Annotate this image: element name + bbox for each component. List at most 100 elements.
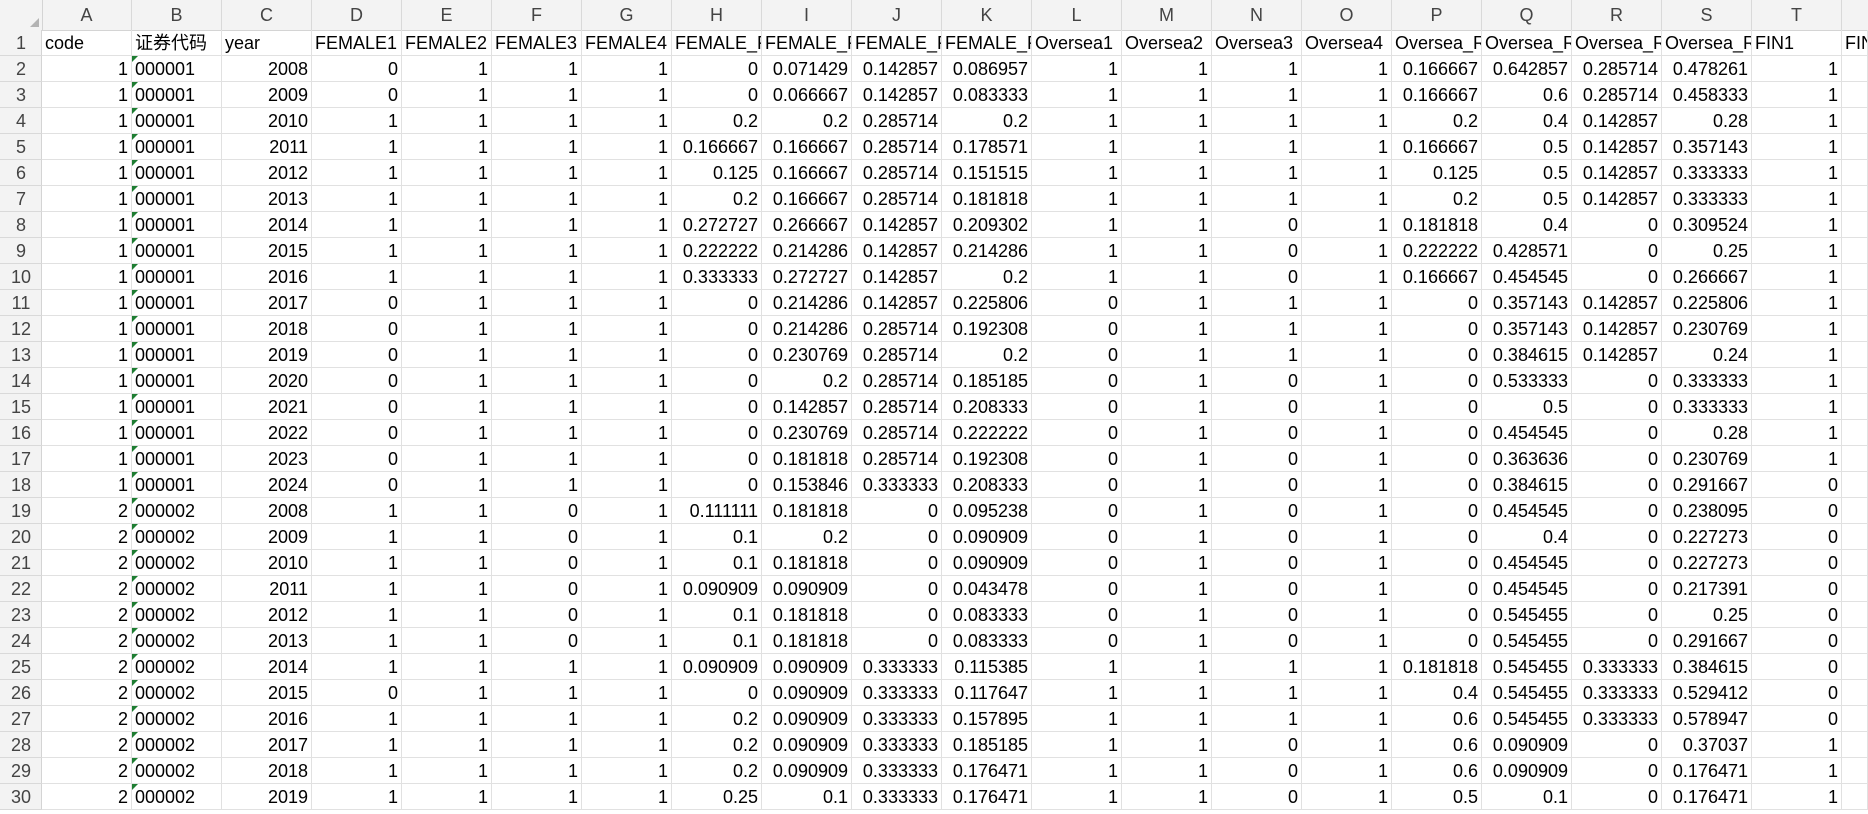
- table-cell[interactable]: 1: [1032, 134, 1122, 160]
- row-header[interactable]: 10: [0, 264, 42, 290]
- table-cell[interactable]: 0.2: [942, 264, 1032, 290]
- table-cell[interactable]: 0.2: [1392, 108, 1482, 134]
- table-cell[interactable]: 1: [402, 394, 492, 420]
- table-cell[interactable]: 0.230769: [1662, 316, 1752, 342]
- table-cell[interactable]: 1: [42, 264, 132, 290]
- table-cell[interactable]: 1: [1752, 82, 1842, 108]
- table-cell[interactable]: 1: [1032, 82, 1122, 108]
- table-cell[interactable]: 0: [1032, 420, 1122, 446]
- column-title-cell[interactable]: FEMALE3: [492, 30, 582, 56]
- table-cell[interactable]: 0.333333: [852, 706, 942, 732]
- table-cell[interactable]: 0.2: [672, 706, 762, 732]
- table-cell[interactable]: 1: [1122, 108, 1212, 134]
- table-cell[interactable]: 0.208333: [942, 394, 1032, 420]
- table-cell[interactable]: 000001: [132, 446, 222, 472]
- table-cell[interactable]: 1: [1122, 654, 1212, 680]
- table-cell[interactable]: 1: [312, 628, 402, 654]
- table-cell[interactable]: 0.533333: [1482, 368, 1572, 394]
- table-cell[interactable]: 0: [1032, 550, 1122, 576]
- empty-cell[interactable]: [1842, 550, 1868, 576]
- table-cell[interactable]: 1: [1752, 758, 1842, 784]
- table-cell[interactable]: 0.333333: [1572, 680, 1662, 706]
- table-cell[interactable]: 0.142857: [1572, 342, 1662, 368]
- table-cell[interactable]: 0.090909: [762, 732, 852, 758]
- table-cell[interactable]: 0.454545: [1482, 264, 1572, 290]
- table-cell[interactable]: 1: [312, 498, 402, 524]
- table-cell[interactable]: 1: [1302, 654, 1392, 680]
- table-cell[interactable]: 2013: [222, 628, 312, 654]
- table-cell[interactable]: 0.333333: [852, 758, 942, 784]
- column-title-cell[interactable]: FIN1: [1752, 30, 1842, 56]
- table-cell[interactable]: 0: [852, 628, 942, 654]
- table-cell[interactable]: 0.090909: [672, 654, 762, 680]
- table-cell[interactable]: 0: [672, 316, 762, 342]
- table-cell[interactable]: 1: [402, 56, 492, 82]
- table-cell[interactable]: 0: [672, 368, 762, 394]
- table-cell[interactable]: 1: [1302, 394, 1392, 420]
- table-cell[interactable]: 2016: [222, 264, 312, 290]
- row-header[interactable]: 5: [0, 134, 42, 160]
- table-cell[interactable]: 0.111111: [672, 498, 762, 524]
- table-cell[interactable]: 1: [402, 186, 492, 212]
- table-cell[interactable]: 0.333333: [1662, 394, 1752, 420]
- column-title-cell[interactable]: year: [222, 30, 312, 56]
- table-cell[interactable]: 2: [42, 628, 132, 654]
- table-cell[interactable]: 1: [1032, 56, 1122, 82]
- table-cell[interactable]: 1: [1122, 316, 1212, 342]
- table-cell[interactable]: 1: [492, 290, 582, 316]
- table-cell[interactable]: 2017: [222, 732, 312, 758]
- table-cell[interactable]: 0: [1752, 524, 1842, 550]
- table-cell[interactable]: 2021: [222, 394, 312, 420]
- table-cell[interactable]: 0: [1572, 784, 1662, 810]
- table-cell[interactable]: 1: [1032, 784, 1122, 810]
- table-cell[interactable]: 0.333333: [852, 784, 942, 810]
- table-cell[interactable]: 0.214286: [762, 290, 852, 316]
- table-cell[interactable]: 1: [1032, 264, 1122, 290]
- table-cell[interactable]: 0.357143: [1482, 316, 1572, 342]
- table-cell[interactable]: 1: [1302, 498, 1392, 524]
- table-cell[interactable]: 1: [1752, 732, 1842, 758]
- table-cell[interactable]: 1: [582, 134, 672, 160]
- table-cell[interactable]: 0.238095: [1662, 498, 1752, 524]
- table-cell[interactable]: 1: [1752, 342, 1842, 368]
- table-cell[interactable]: 0: [312, 420, 402, 446]
- row-header[interactable]: 23: [0, 602, 42, 628]
- table-cell[interactable]: 0: [1392, 498, 1482, 524]
- table-cell[interactable]: 0: [672, 446, 762, 472]
- table-cell[interactable]: 1: [1302, 524, 1392, 550]
- table-cell[interactable]: 0.333333: [1662, 186, 1752, 212]
- table-cell[interactable]: 0: [1212, 602, 1302, 628]
- row-header[interactable]: 9: [0, 238, 42, 264]
- table-cell[interactable]: 2023: [222, 446, 312, 472]
- table-cell[interactable]: 1: [1752, 56, 1842, 82]
- column-header-c[interactable]: C: [222, 0, 312, 30]
- empty-cell[interactable]: [1842, 186, 1868, 212]
- table-cell[interactable]: 0: [312, 472, 402, 498]
- table-cell[interactable]: 1: [402, 498, 492, 524]
- table-cell[interactable]: 1: [492, 186, 582, 212]
- table-cell[interactable]: 1: [1122, 680, 1212, 706]
- table-cell[interactable]: 1: [1302, 186, 1392, 212]
- table-cell[interactable]: 1: [492, 680, 582, 706]
- table-cell[interactable]: 1: [402, 706, 492, 732]
- table-cell[interactable]: 0.4: [1392, 680, 1482, 706]
- table-cell[interactable]: 1: [1122, 264, 1212, 290]
- table-cell[interactable]: 1: [1032, 758, 1122, 784]
- row-header[interactable]: 18: [0, 472, 42, 498]
- table-cell[interactable]: 0.090909: [1482, 758, 1572, 784]
- table-cell[interactable]: 0.291667: [1662, 628, 1752, 654]
- table-cell[interactable]: 0: [1572, 238, 1662, 264]
- table-cell[interactable]: 0.6: [1392, 706, 1482, 732]
- table-cell[interactable]: 000001: [132, 82, 222, 108]
- row-header[interactable]: 19: [0, 498, 42, 524]
- table-cell[interactable]: 1: [582, 446, 672, 472]
- table-cell[interactable]: 1: [402, 628, 492, 654]
- table-cell[interactable]: 0.214286: [762, 316, 852, 342]
- table-cell[interactable]: 0.285714: [852, 342, 942, 368]
- table-cell[interactable]: 0: [1572, 628, 1662, 654]
- table-cell[interactable]: 1: [42, 186, 132, 212]
- table-cell[interactable]: 0.25: [672, 784, 762, 810]
- table-cell[interactable]: 1: [1212, 160, 1302, 186]
- row-header[interactable]: 1: [0, 30, 42, 56]
- table-cell[interactable]: 000001: [132, 342, 222, 368]
